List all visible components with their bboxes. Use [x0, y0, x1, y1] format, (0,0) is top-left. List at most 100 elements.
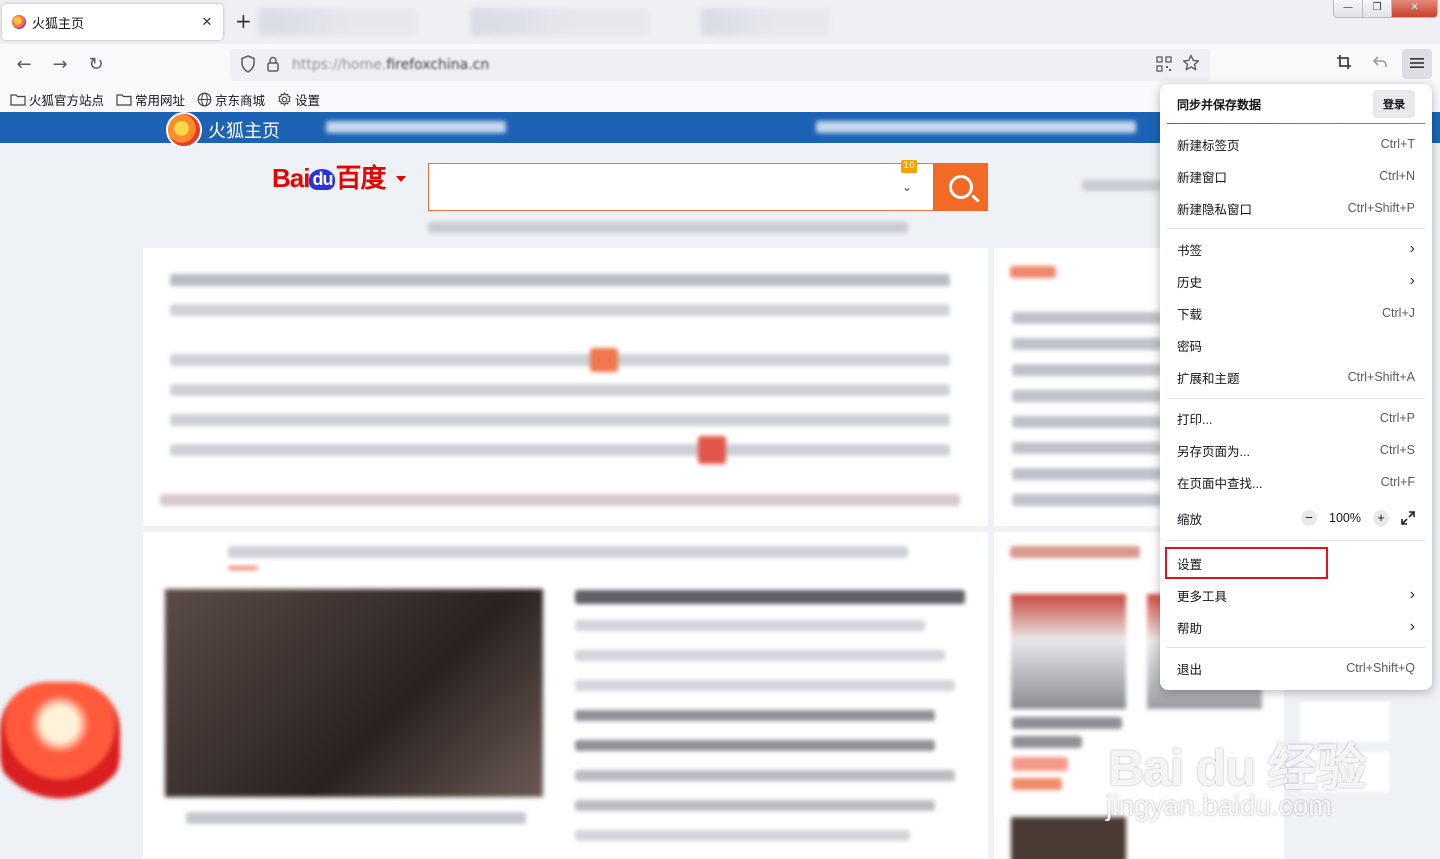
news-image[interactable] [165, 589, 543, 797]
bookmark-jd[interactable]: 京东商城 [197, 90, 265, 109]
news-item[interactable] [575, 680, 955, 691]
news-caption[interactable] [186, 812, 526, 824]
url-bar[interactable]: https://home.firefoxchina.cn [230, 49, 1210, 81]
hot-list-item[interactable] [1012, 338, 1162, 350]
hot-list-item[interactable] [1012, 416, 1162, 428]
hot-list-item[interactable] [1012, 390, 1162, 402]
news-item[interactable] [575, 770, 955, 781]
news-item[interactable] [575, 800, 935, 811]
hot-list-item[interactable] [1012, 442, 1162, 454]
product-image[interactable] [1011, 594, 1126, 709]
site-grid-row[interactable] [170, 354, 950, 366]
fullscreen-icon[interactable] [1401, 511, 1415, 525]
hot-list-item[interactable] [1012, 312, 1162, 324]
chevron-down-icon[interactable]: ⌄ [902, 180, 912, 194]
promo-float-icon[interactable] [0, 682, 120, 802]
news-item[interactable] [575, 830, 910, 841]
globe-icon [197, 92, 212, 106]
menu-item-downloads[interactable]: 下载 Ctrl+J [1167, 299, 1425, 327]
zoom-controls: − 100% + [1301, 510, 1415, 526]
hot-list-item[interactable] [1012, 468, 1162, 480]
undo-icon[interactable] [1372, 54, 1388, 74]
site-grid-row[interactable] [170, 384, 950, 396]
bookmark-label: 京东商城 [215, 92, 266, 108]
site-title[interactable]: 火狐主页 [208, 117, 280, 143]
menu-item-bookmarks[interactable]: 书签 › [1167, 235, 1425, 263]
menu-item-find-in-page[interactable]: 在页面中查找... Ctrl+F [1167, 468, 1425, 496]
bookmark-folder-firefox[interactable]: 火狐官方站点 [10, 90, 104, 109]
zoom-out-button[interactable]: − [1301, 510, 1318, 526]
chevron-right-icon: › [1409, 240, 1415, 257]
news-item[interactable] [575, 650, 945, 661]
menu-item-passwords[interactable]: 密码 [1167, 331, 1425, 359]
hot-list-title[interactable] [1010, 266, 1056, 278]
tab-blurred[interactable] [700, 8, 830, 36]
site-grid-row[interactable] [170, 274, 950, 286]
back-button[interactable]: ← [10, 52, 38, 78]
url-text[interactable]: https://home.firefoxchina.cn [292, 57, 489, 73]
forward-button[interactable]: → [46, 52, 74, 78]
news-item[interactable] [575, 740, 935, 751]
menu-separator [1167, 228, 1425, 229]
window-close-button[interactable]: ✕ [1391, 0, 1437, 17]
menu-item-history[interactable]: 历史 › [1167, 267, 1425, 295]
zoom-in-button[interactable]: + [1373, 510, 1389, 526]
zoom-value[interactable]: 100% [1329, 511, 1361, 525]
close-icon[interactable]: ✕ [199, 15, 215, 30]
reload-button[interactable]: ↻ [82, 52, 110, 78]
hot-list-item[interactable] [1012, 364, 1162, 376]
shopping-tabs[interactable] [1010, 546, 1140, 558]
tab-blurred[interactable] [258, 8, 418, 36]
news-tabs[interactable] [228, 546, 908, 558]
news-item[interactable] [575, 620, 925, 631]
menu-item-exit[interactable]: 退出 Ctrl+Shift+Q [1167, 654, 1425, 682]
sync-row[interactable]: 同步并保存数据 登录 [1167, 89, 1425, 119]
menu-item-print[interactable]: 打印... Ctrl+P [1167, 404, 1425, 432]
menu-item-save-page[interactable]: 另存页面为... Ctrl+S [1167, 436, 1425, 464]
tab-firefox-home[interactable]: 火狐主页 ✕ [2, 4, 223, 40]
baidu-logo[interactable]: Bai du 百度 [272, 158, 386, 195]
maximize-button[interactable]: ❐ [1362, 0, 1391, 17]
search-input[interactable] [428, 163, 934, 211]
minimize-button[interactable]: — [1334, 0, 1362, 17]
menu-item-new-tab[interactable]: 新建标签页 Ctrl+T [1167, 130, 1425, 158]
search-button[interactable] [933, 163, 988, 211]
menu-item-help[interactable]: 帮助 › [1167, 613, 1425, 641]
bookmark-folder-common[interactable]: 常用网址 [116, 90, 185, 109]
chevron-right-icon: › [1409, 586, 1415, 603]
tab-title: 火狐主页 [32, 16, 85, 32]
screenshot-icon[interactable] [1336, 54, 1352, 74]
app-menu-panel: 同步并保存数据 登录 新建标签页 Ctrl+T 新建窗口 Ctrl+N 新建隐私窗口… [1160, 84, 1432, 690]
menu-item-new-private-window[interactable]: 新建隐私窗口 Ctrl+Shift+P [1167, 194, 1425, 222]
product-title[interactable] [1012, 717, 1122, 729]
hot-search-links[interactable] [428, 222, 908, 233]
site-grid-row[interactable] [170, 414, 950, 426]
site-grid-row[interactable] [160, 494, 960, 506]
side-text [1082, 180, 1162, 191]
product-image[interactable] [1011, 817, 1126, 859]
shield-icon[interactable] [240, 55, 256, 77]
bookmark-label: 常用网址 [135, 92, 186, 108]
bookmark-star-icon[interactable] [1182, 54, 1200, 76]
folder-icon [10, 93, 26, 106]
product-title[interactable] [1012, 736, 1082, 748]
hot-list-item[interactable] [1012, 494, 1162, 506]
news-headline[interactable] [575, 590, 965, 604]
login-button[interactable]: 登录 [1373, 90, 1415, 118]
chevron-down-icon[interactable] [396, 176, 406, 182]
bookmark-settings[interactable]: 设置 [277, 90, 320, 109]
header-links[interactable] [816, 121, 1136, 133]
menu-item-more-tools[interactable]: 更多工具 › [1167, 581, 1425, 609]
new-tab-icon[interactable]: + [235, 11, 252, 31]
tab-blurred[interactable] [470, 8, 650, 36]
weather-info[interactable] [326, 121, 506, 133]
site-grid-row[interactable] [170, 304, 950, 316]
app-menu-button[interactable] [1402, 49, 1432, 79]
menu-item-new-window[interactable]: 新建窗口 Ctrl+N [1167, 162, 1425, 190]
firefox-logo-icon[interactable] [166, 112, 202, 148]
site-grid-row[interactable] [170, 444, 950, 456]
menu-item-addons-themes[interactable]: 扩展和主题 Ctrl+Shift+A [1167, 363, 1425, 391]
qr-code-icon[interactable] [1156, 56, 1172, 76]
lock-icon[interactable] [266, 55, 280, 77]
news-item[interactable] [575, 710, 935, 721]
